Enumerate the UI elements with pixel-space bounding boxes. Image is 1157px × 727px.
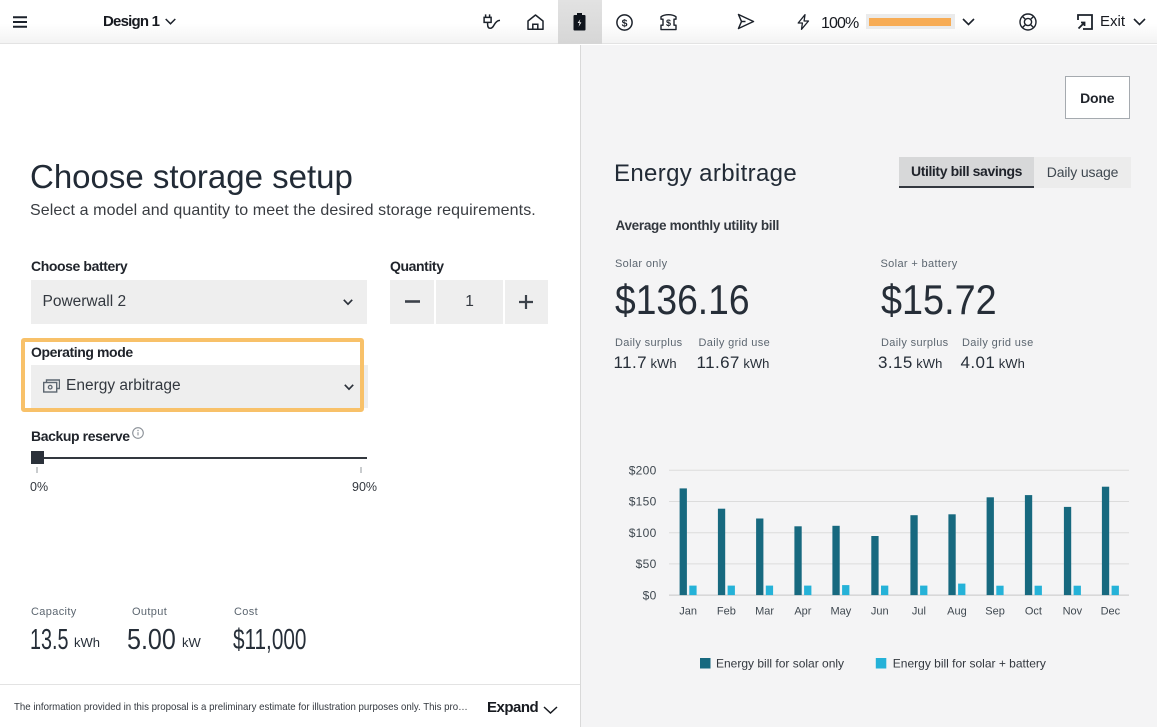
svg-text:Nov: Nov xyxy=(1063,606,1083,618)
svg-text:Sep: Sep xyxy=(985,606,1005,618)
svg-text:Aug: Aug xyxy=(947,606,967,618)
svg-text:$: $ xyxy=(666,18,671,28)
svg-text:$200: $200 xyxy=(629,464,657,478)
svg-text:$150: $150 xyxy=(629,495,657,509)
svg-text:Energy bill for solar only: Energy bill for solar only xyxy=(716,657,844,671)
svg-text:Oct: Oct xyxy=(1025,606,1042,618)
svg-text:$50: $50 xyxy=(636,557,657,571)
svg-text:Jul: Jul xyxy=(912,606,926,618)
svg-text:Jun: Jun xyxy=(871,606,889,618)
svg-text:Dec: Dec xyxy=(1101,606,1121,618)
svg-text:Energy bill for solar + batter: Energy bill for solar + battery xyxy=(893,657,1046,671)
svg-text:$0: $0 xyxy=(643,588,657,602)
svg-text:Feb: Feb xyxy=(717,606,736,618)
svg-text:Apr: Apr xyxy=(794,606,811,618)
svg-text:May: May xyxy=(831,606,852,618)
svg-text:Mar: Mar xyxy=(755,606,774,618)
svg-text:$: $ xyxy=(622,17,628,29)
svg-text:Jan: Jan xyxy=(679,606,697,618)
svg-text:$100: $100 xyxy=(629,526,657,540)
